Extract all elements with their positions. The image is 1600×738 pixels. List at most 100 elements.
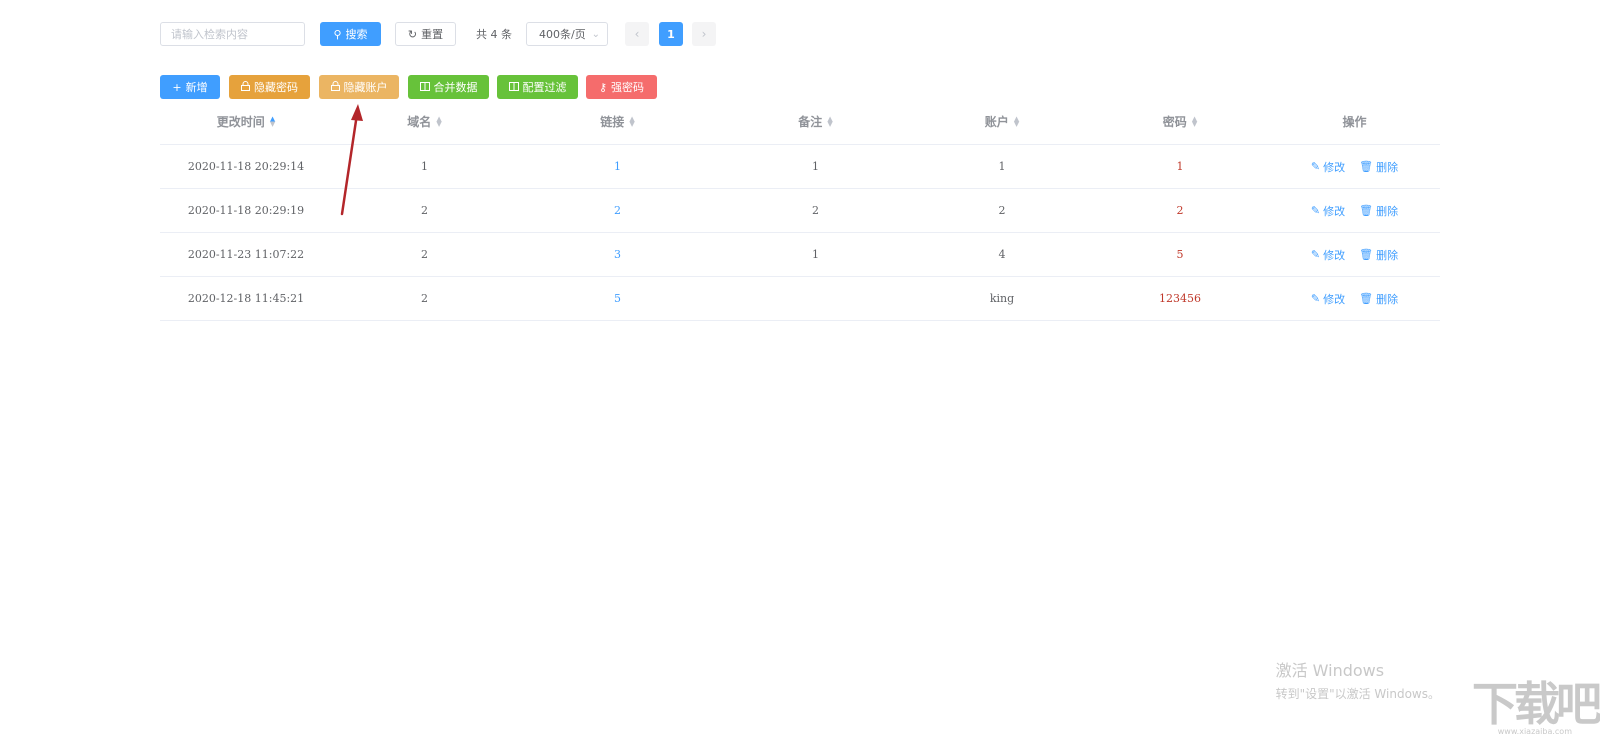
- watermark-title: 激活 Windows: [1275, 661, 1385, 680]
- hide-password-button[interactable]: 隐藏密码: [229, 75, 310, 99]
- search-input[interactable]: [160, 22, 305, 46]
- header-account-label: 账户: [984, 115, 1009, 129]
- lock-icon: [330, 80, 340, 94]
- prev-page-button[interactable]: ‹: [625, 22, 649, 46]
- sort-icon[interactable]: ▲ ▼: [629, 115, 634, 127]
- edit-icon: ✎: [1310, 248, 1321, 261]
- cell-time: 2020-11-18 20:29:19: [187, 204, 305, 217]
- windows-activation-watermark: 激活 Windows 转到"设置"以激活 Windows。: [1276, 657, 1440, 702]
- cell-actions: ✎ 修改 🗑 删除: [1269, 291, 1440, 307]
- add-button[interactable]: + 新增: [160, 75, 220, 99]
- cell-note: 1: [812, 248, 819, 261]
- header-time[interactable]: 更改时间 ▲ ▼: [160, 113, 332, 130]
- merge-data-button[interactable]: 合并数据: [408, 75, 489, 99]
- page-number-button[interactable]: 1: [659, 22, 683, 46]
- total-count: 共 4 条: [476, 28, 512, 41]
- trash-icon: 🗑: [1359, 160, 1374, 173]
- cell-password: 5: [1176, 248, 1184, 261]
- cell-link[interactable]: 5: [517, 292, 718, 305]
- cell-time: 2020-11-23 11:07:22: [187, 248, 305, 261]
- edit-label: 修改: [1323, 248, 1346, 262]
- delete-button[interactable]: 🗑 删除: [1359, 291, 1398, 307]
- delete-label: 删除: [1376, 204, 1399, 218]
- delete-button[interactable]: 🗑 删除: [1359, 247, 1398, 263]
- plus-icon: +: [172, 80, 182, 94]
- header-domain-label: 域名: [407, 115, 432, 129]
- edit-icon: ✎: [1310, 292, 1321, 305]
- site-logo: 下载吧: [1472, 677, 1600, 731]
- header-actions: 操作: [1342, 115, 1367, 129]
- strong-password-button[interactable]: ⚷ 强密码: [586, 75, 657, 99]
- cell-link[interactable]: 3: [517, 248, 718, 261]
- cell-password: 123456: [1159, 292, 1201, 305]
- header-account[interactable]: 账户 ▲ ▼: [913, 113, 1091, 130]
- chevron-down-icon: ⌄: [591, 28, 600, 40]
- edit-icon: ✎: [1310, 160, 1321, 173]
- refresh-icon: ↻: [407, 27, 418, 41]
- trash-icon: 🗑: [1359, 204, 1374, 217]
- cell-account: 2: [998, 204, 1006, 217]
- edit-label: 修改: [1323, 204, 1346, 218]
- sort-icon[interactable]: ▲ ▼: [436, 115, 441, 127]
- sort-icon[interactable]: ▲ ▼: [270, 115, 275, 127]
- reset-button-label: 重置: [421, 28, 444, 41]
- strong-password-label: 强密码: [611, 81, 645, 94]
- config-filter-label: 配置过滤: [522, 81, 567, 94]
- cell-link[interactable]: 1: [517, 160, 718, 173]
- header-password[interactable]: 密码 ▲ ▼: [1091, 113, 1269, 130]
- sort-icon[interactable]: ▲ ▼: [1192, 115, 1197, 127]
- columns-icon: [508, 81, 519, 94]
- next-page-button[interactable]: ›: [692, 22, 716, 46]
- cell-password: 2: [1176, 204, 1184, 217]
- header-password-label: 密码: [1162, 115, 1187, 129]
- reset-button[interactable]: ↻ 重置: [395, 22, 456, 46]
- cell-domain: 2: [421, 248, 428, 261]
- annotation-arrow: [340, 104, 363, 216]
- edit-icon: ✎: [1310, 204, 1321, 217]
- header-time-label: 更改时间: [216, 115, 265, 129]
- cell-link[interactable]: 2: [517, 204, 718, 217]
- chevron-right-icon: ›: [701, 27, 707, 41]
- config-filter-button[interactable]: 配置过滤: [497, 75, 578, 99]
- search-button[interactable]: ⚲ 搜索: [320, 22, 381, 46]
- cell-time: 2020-11-18 20:29:14: [187, 160, 305, 173]
- delete-button[interactable]: 🗑 删除: [1359, 203, 1398, 219]
- cell-note: 2: [812, 204, 819, 217]
- cell-actions: ✎ 修改 🗑 删除: [1269, 159, 1440, 175]
- cell-account: 4: [998, 248, 1006, 261]
- hide-account-button[interactable]: 隐藏账户: [319, 75, 399, 99]
- cell-password: 1: [1176, 160, 1184, 173]
- page-size-select[interactable]: 400条/页 ⌄: [526, 22, 608, 46]
- delete-label: 删除: [1376, 160, 1399, 174]
- columns-icon: [419, 81, 430, 94]
- edit-label: 修改: [1323, 160, 1346, 174]
- delete-label: 删除: [1376, 248, 1399, 262]
- sort-icon[interactable]: ▲ ▼: [1014, 115, 1019, 127]
- page-size-value: 400条/页: [539, 28, 586, 41]
- hide-account-label: 隐藏账户: [343, 81, 388, 94]
- cell-domain: 2: [421, 292, 428, 305]
- action-toolbar: + 新增 隐藏密码 隐藏账户 合并数据 配置过滤 ⚷ 强密码: [160, 75, 657, 99]
- edit-button[interactable]: ✎ 修改: [1311, 247, 1345, 263]
- cell-actions: ✎ 修改 🗑 删除: [1269, 203, 1440, 219]
- edit-button[interactable]: ✎ 修改: [1311, 203, 1345, 219]
- delete-button[interactable]: 🗑 删除: [1359, 159, 1398, 175]
- header-link[interactable]: 链接 ▲ ▼: [517, 113, 718, 130]
- table-row: 2020-11-23 11:07:22 2 3 1 4 5 ✎ 修改 🗑 删除: [160, 233, 1440, 277]
- edit-button[interactable]: ✎ 修改: [1311, 291, 1345, 307]
- key-icon: ⚷: [598, 80, 608, 94]
- header-link-label: 链接: [600, 115, 625, 129]
- cell-note: 1: [812, 160, 819, 173]
- cell-time: 2020-12-18 11:45:21: [187, 292, 305, 305]
- sort-icon[interactable]: ▲ ▼: [827, 115, 832, 127]
- delete-label: 删除: [1376, 292, 1399, 306]
- header-note[interactable]: 备注 ▲ ▼: [718, 113, 913, 130]
- cell-account: 1: [998, 160, 1006, 173]
- lock-icon: [241, 80, 250, 94]
- search-button-label: 搜索: [345, 28, 368, 41]
- watermark-subtitle: 转到"设置"以激活 Windows。: [1275, 687, 1440, 701]
- trash-icon: 🗑: [1359, 248, 1374, 261]
- edit-button[interactable]: ✎ 修改: [1311, 159, 1345, 175]
- cell-account: king: [989, 292, 1015, 305]
- merge-data-label: 合并数据: [433, 81, 478, 94]
